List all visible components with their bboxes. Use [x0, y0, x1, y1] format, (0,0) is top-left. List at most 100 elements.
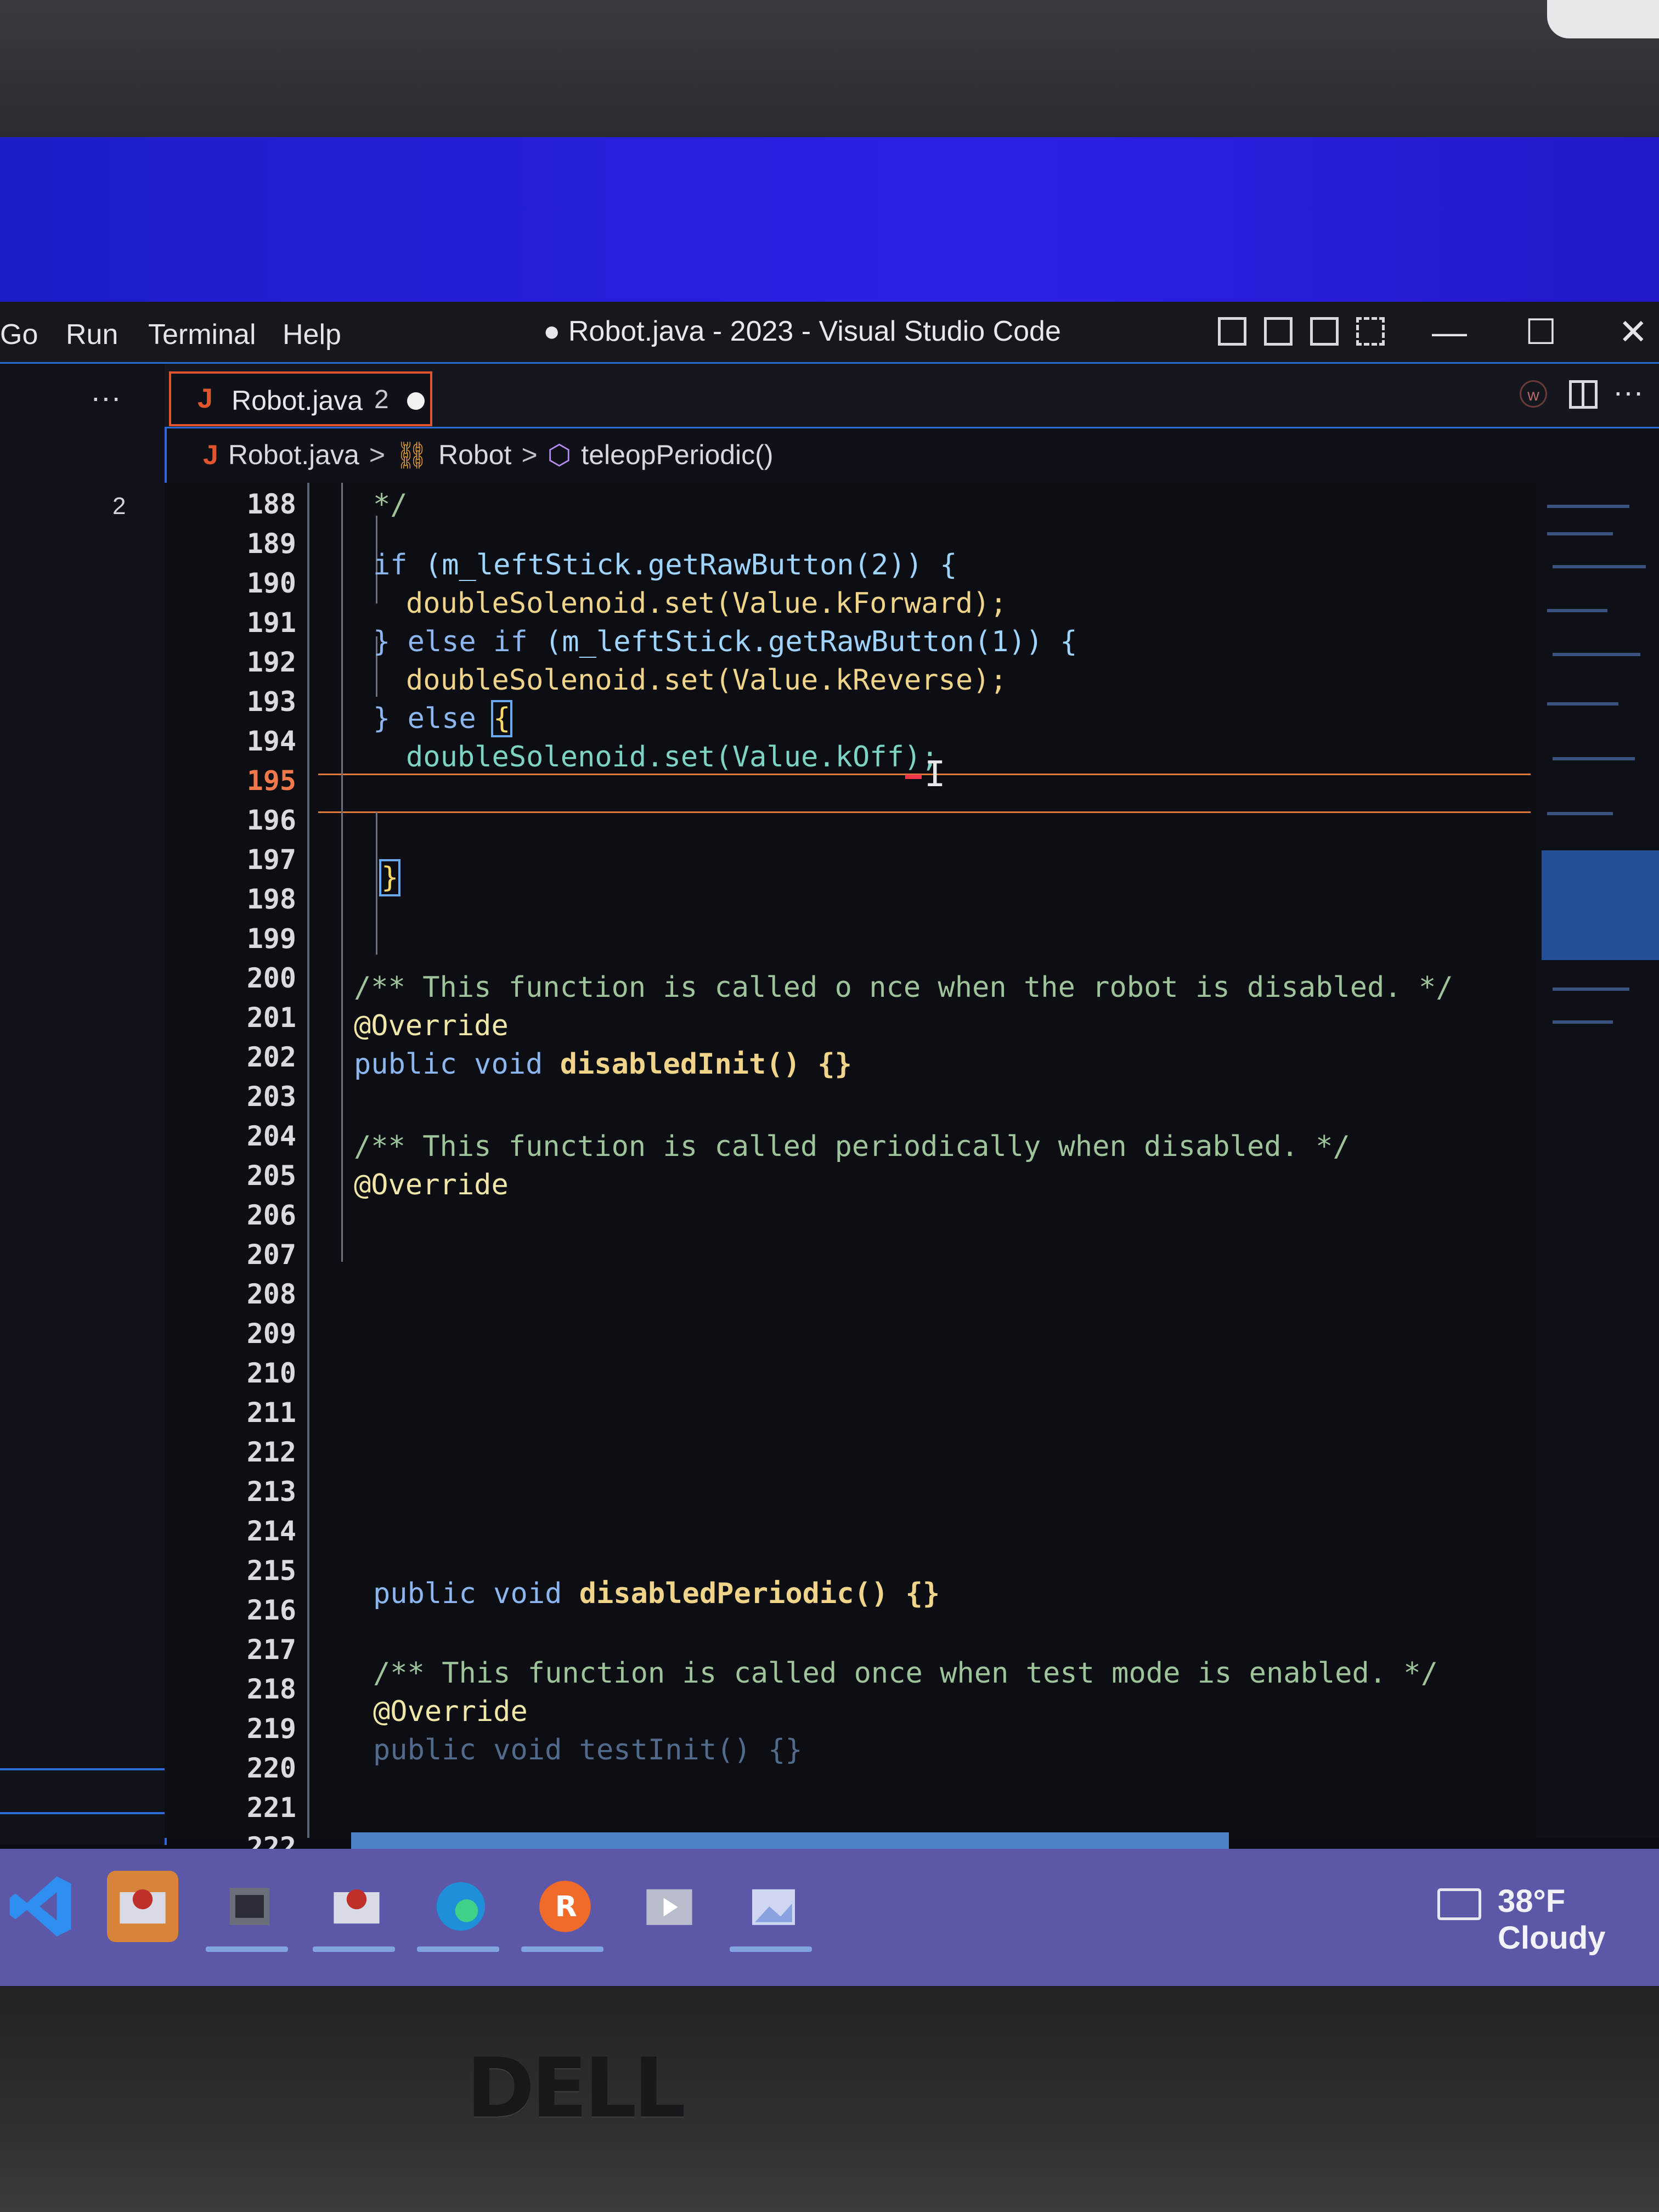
line-number: 201	[246, 1002, 296, 1034]
breadcrumb-file[interactable]: Robot.java	[228, 439, 359, 471]
line-number: 210	[246, 1357, 296, 1389]
code-editor[interactable]: 188 189 190 191 192 193 194 195 196 197 198 199 200 2…	[165, 483, 1536, 1863]
line-number: 200	[246, 962, 296, 994]
minimize-button[interactable]: —	[1432, 312, 1467, 352]
code-line-188: */	[373, 488, 408, 521]
minimap-line	[1553, 1020, 1613, 1024]
line-number: 206	[246, 1199, 296, 1231]
line-number: 193	[246, 686, 296, 718]
breadcrumb: J Robot.java > ⛓ Robot > ⬡ teleopPeriodi…	[203, 439, 773, 471]
weather-text[interactable]: 38°F Cloudy	[1498, 1883, 1659, 1956]
sidebar-more-icon[interactable]: ···	[91, 379, 121, 415]
line-number: 195	[246, 765, 296, 797]
horizontal-scrollbar[interactable]	[351, 1832, 1229, 1849]
line-number: 194	[246, 725, 296, 757]
rev-hardware-client-icon[interactable]: R	[529, 1871, 601, 1942]
vscode-window: Go Run Terminal Help ● Robot.java - 2023…	[0, 302, 1659, 1863]
running-indicator	[417, 1946, 499, 1952]
line-number: 199	[246, 923, 296, 955]
minimap-line	[1553, 653, 1640, 656]
dell-logo: DELL	[466, 2041, 686, 2136]
windows-taskbar: R 38°F Cloudy	[0, 1849, 1659, 1986]
line-number: 202	[246, 1041, 296, 1073]
minimap-line	[1547, 702, 1618, 706]
code-line-218: public void disabledPeriodic() {}	[373, 1577, 940, 1610]
tab-label: Robot.java	[232, 385, 363, 416]
film-icon[interactable]	[214, 1871, 285, 1942]
java-file-icon: J	[203, 439, 218, 470]
frc-app-icon[interactable]	[321, 1871, 392, 1942]
method-icon: ⬡	[547, 439, 572, 470]
indent-guide	[341, 483, 343, 1262]
line-number-gutter: 188 189 190 191 192 193 194 195 196 197 198 199 200 2…	[165, 483, 309, 1863]
title-bar: Go Run Terminal Help ● Robot.java - 2023…	[0, 302, 1659, 364]
error-squiggle[interactable]	[905, 775, 922, 779]
code-line-221: @Override	[373, 1695, 528, 1728]
line-number: 203	[246, 1081, 296, 1113]
window-title: ● Robot.java - 2023 - Visual Studio Code	[543, 315, 1061, 347]
menu-help[interactable]: Help	[283, 318, 341, 351]
line-number: 204	[246, 1120, 296, 1152]
minimap[interactable]	[1536, 483, 1659, 1838]
line-number: 188	[246, 488, 296, 520]
running-indicator	[313, 1946, 395, 1952]
toggle-primary-sidebar-icon[interactable]	[1218, 317, 1246, 346]
java-file-icon: J	[198, 383, 213, 414]
code-line-201: /** This function is called o nce when t…	[354, 971, 1453, 1004]
running-indicator	[730, 1946, 812, 1952]
menu-run[interactable]: Run	[66, 318, 118, 351]
minimap-line	[1547, 505, 1629, 508]
frc-driver-station-icon[interactable]	[107, 1871, 178, 1942]
bezel-sticker	[1547, 0, 1659, 38]
tab-robot-java[interactable]: J Robot.java 2	[169, 371, 432, 426]
code-line-192: } else if (m_leftStick.getRawButton(1)) …	[373, 625, 1077, 658]
monitor-bezel-bottom	[0, 1986, 1659, 2212]
line-number: 197	[246, 844, 296, 876]
text-cursor-icon: I	[924, 754, 946, 795]
vscode-icon[interactable]	[5, 1871, 77, 1942]
breadcrumb-separator: >	[369, 439, 386, 470]
wpilib-icon[interactable]: w	[1520, 380, 1547, 408]
line-number: 221	[246, 1792, 296, 1824]
code-line-191: doubleSolenoid.set(Value.kForward);	[406, 587, 1007, 620]
close-button[interactable]: ✕	[1618, 312, 1648, 353]
code-line-203: public void disabledInit() {}	[354, 1048, 852, 1081]
line-number: 198	[246, 883, 296, 915]
news-weather-icon[interactable]	[1437, 1888, 1481, 1920]
edge-icon[interactable]	[425, 1871, 496, 1942]
class-icon: ⛓	[395, 441, 428, 470]
editor-more-actions-icon[interactable]: ···	[1613, 374, 1644, 409]
sidebar-problem-count: 2	[112, 493, 126, 520]
unsaved-dot-icon[interactable]	[407, 392, 425, 410]
photos-icon[interactable]	[738, 1871, 809, 1942]
breadcrumb-separator: >	[521, 439, 538, 470]
screen: Go Run Terminal Help ● Robot.java - 2023…	[0, 137, 1659, 1986]
media-player-icon[interactable]	[634, 1871, 705, 1942]
breadcrumb-method[interactable]: teleopPeriodic()	[581, 439, 773, 471]
menu-terminal[interactable]: Terminal	[148, 318, 256, 351]
minimap-line	[1547, 812, 1613, 815]
line-number: 214	[246, 1515, 296, 1547]
split-editor-icon[interactable]	[1569, 380, 1598, 409]
line-number: 207	[246, 1239, 296, 1271]
minimap-viewport-slider[interactable]	[1542, 850, 1659, 960]
line-number: 205	[246, 1160, 296, 1192]
line-number: 213	[246, 1476, 296, 1508]
maximize-button[interactable]: ☐	[1525, 312, 1556, 353]
menu-go[interactable]: Go	[0, 318, 38, 351]
customize-layout-icon[interactable]	[1356, 317, 1385, 346]
line-number: 212	[246, 1436, 296, 1468]
code-line-202: @Override	[354, 1009, 509, 1042]
toggle-panel-icon[interactable]	[1264, 317, 1293, 346]
line-number: 217	[246, 1634, 296, 1666]
line-number: 189	[246, 528, 296, 560]
line-number: 208	[246, 1278, 296, 1310]
minimap-line	[1547, 609, 1607, 612]
code-line-222: public void testInit() {}	[373, 1734, 803, 1767]
toggle-secondary-sidebar-icon[interactable]	[1310, 317, 1339, 346]
svg-text:R: R	[555, 1891, 577, 1923]
breadcrumb-class[interactable]: Robot	[438, 439, 511, 471]
line-number: 211	[246, 1397, 296, 1429]
line-number: 220	[246, 1752, 296, 1784]
line-number: 192	[246, 646, 296, 678]
